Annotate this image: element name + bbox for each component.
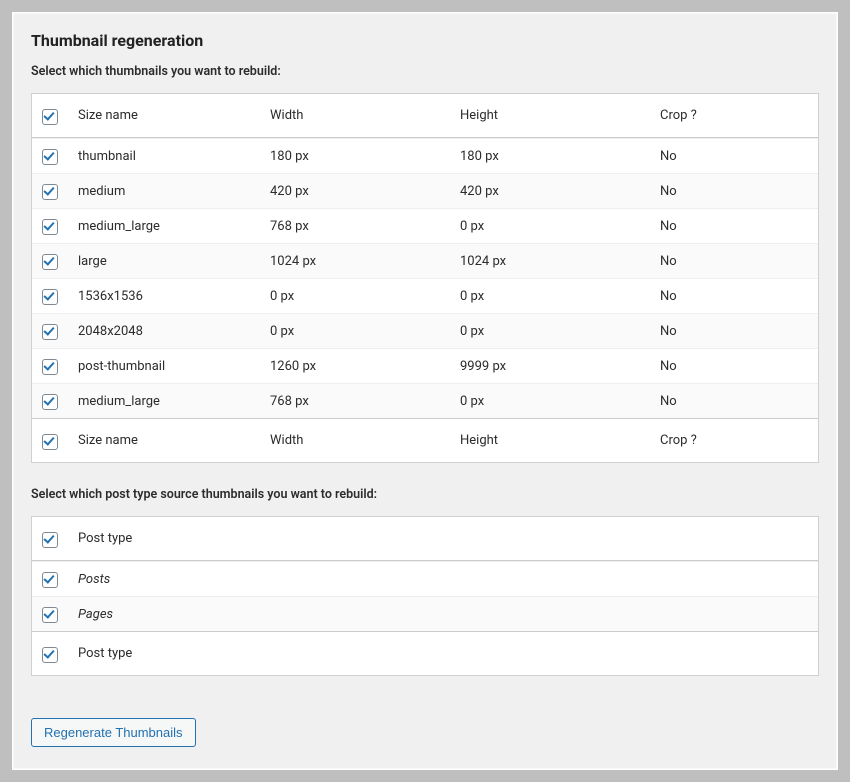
row-checkbox[interactable] bbox=[42, 572, 58, 588]
cell-width: 180 px bbox=[270, 149, 460, 164]
cell-crop: No bbox=[660, 394, 808, 409]
table-row: 2048x2048 0 px 0 px No bbox=[32, 313, 818, 348]
cell-height: 0 px bbox=[460, 394, 660, 409]
cell-crop: No bbox=[660, 219, 808, 234]
col-footer-crop: Crop ? bbox=[660, 433, 808, 448]
posttype-table: Post type Posts Pages Post type bbox=[31, 516, 819, 676]
cell-height: 0 px bbox=[460, 324, 660, 339]
cell-height: 180 px bbox=[460, 149, 660, 164]
cell-posttype: Posts bbox=[78, 572, 808, 587]
cell-height: 0 px bbox=[460, 219, 660, 234]
cell-name: post-thumbnail bbox=[78, 359, 270, 374]
select-all-posttypes-footer-checkbox[interactable] bbox=[42, 647, 58, 663]
sizes-table-footer: Size name Width Height Crop ? bbox=[32, 418, 818, 462]
cell-name: thumbnail bbox=[78, 149, 270, 164]
table-row: medium_large 768 px 0 px No bbox=[32, 208, 818, 243]
page-title: Thumbnail regeneration bbox=[31, 31, 819, 50]
table-row: medium_large 768 px 0 px No bbox=[32, 383, 818, 418]
cell-crop: No bbox=[660, 149, 808, 164]
col-footer-height: Height bbox=[460, 433, 660, 448]
cell-height: 420 px bbox=[460, 184, 660, 199]
posttype-table-header: Post type bbox=[32, 517, 818, 561]
table-row: large 1024 px 1024 px No bbox=[32, 243, 818, 278]
cell-height: 1024 px bbox=[460, 254, 660, 269]
row-checkbox[interactable] bbox=[42, 289, 58, 305]
cell-name: medium bbox=[78, 184, 270, 199]
cell-name: 1536x1536 bbox=[78, 289, 270, 304]
cell-crop: No bbox=[660, 254, 808, 269]
table-row: post-thumbnail 1260 px 9999 px No bbox=[32, 348, 818, 383]
row-checkbox[interactable] bbox=[42, 254, 58, 270]
cell-width: 768 px bbox=[270, 219, 460, 234]
instruction-posttypes: Select which post type source thumbnails… bbox=[31, 487, 819, 502]
row-checkbox[interactable] bbox=[42, 184, 58, 200]
cell-name: large bbox=[78, 254, 270, 269]
select-all-posttypes-checkbox[interactable] bbox=[42, 532, 58, 548]
table-row: Posts bbox=[32, 561, 818, 596]
row-checkbox[interactable] bbox=[42, 394, 58, 410]
cell-width: 1024 px bbox=[270, 254, 460, 269]
row-checkbox[interactable] bbox=[42, 219, 58, 235]
cell-name: medium_large bbox=[78, 394, 270, 409]
col-header-posttype: Post type bbox=[78, 531, 808, 546]
cell-name: medium_large bbox=[78, 219, 270, 234]
instruction-sizes: Select which thumbnails you want to rebu… bbox=[31, 64, 819, 79]
col-footer-name: Size name bbox=[78, 433, 270, 448]
col-header-height: Height bbox=[460, 108, 660, 123]
col-header-width: Width bbox=[270, 108, 460, 123]
row-checkbox[interactable] bbox=[42, 324, 58, 340]
col-footer-width: Width bbox=[270, 433, 460, 448]
col-header-name: Size name bbox=[78, 108, 270, 123]
row-checkbox[interactable] bbox=[42, 359, 58, 375]
table-row: Pages bbox=[32, 596, 818, 631]
cell-width: 0 px bbox=[270, 324, 460, 339]
cell-crop: No bbox=[660, 359, 808, 374]
table-row: thumbnail 180 px 180 px No bbox=[32, 138, 818, 173]
cell-crop: No bbox=[660, 324, 808, 339]
cell-posttype: Pages bbox=[78, 607, 808, 622]
cell-width: 420 px bbox=[270, 184, 460, 199]
cell-width: 768 px bbox=[270, 394, 460, 409]
row-checkbox[interactable] bbox=[42, 607, 58, 623]
sizes-table: Size name Width Height Crop ? thumbnail … bbox=[31, 93, 819, 463]
col-footer-posttype: Post type bbox=[78, 646, 808, 661]
table-row: 1536x1536 0 px 0 px No bbox=[32, 278, 818, 313]
select-all-sizes-checkbox[interactable] bbox=[42, 109, 58, 125]
table-row: medium 420 px 420 px No bbox=[32, 173, 818, 208]
cell-width: 1260 px bbox=[270, 359, 460, 374]
cell-crop: No bbox=[660, 289, 808, 304]
row-checkbox[interactable] bbox=[42, 149, 58, 165]
cell-height: 9999 px bbox=[460, 359, 660, 374]
cell-width: 0 px bbox=[270, 289, 460, 304]
select-all-sizes-footer-checkbox[interactable] bbox=[42, 434, 58, 450]
col-header-crop: Crop ? bbox=[660, 108, 808, 123]
cell-crop: No bbox=[660, 184, 808, 199]
regenerate-thumbnails-button[interactable]: Regenerate Thumbnails bbox=[31, 718, 196, 747]
thumbnail-regeneration-panel: Thumbnail regeneration Select which thum… bbox=[12, 12, 838, 770]
cell-height: 0 px bbox=[460, 289, 660, 304]
posttype-table-footer: Post type bbox=[32, 631, 818, 675]
sizes-table-header: Size name Width Height Crop ? bbox=[32, 94, 818, 138]
cell-name: 2048x2048 bbox=[78, 324, 270, 339]
